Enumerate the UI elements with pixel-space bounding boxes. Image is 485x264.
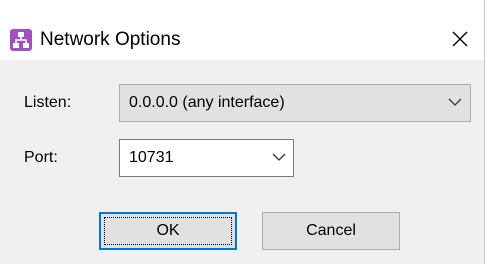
listen-select-value: 0.0.0.0 (any interface) xyxy=(129,94,285,111)
window-title: Network Options xyxy=(40,29,181,50)
network-options-dialog: Network Options Listen: 0.0.0.0 (any int… xyxy=(0,0,485,264)
title-bar[interactable]: Network Options xyxy=(0,0,485,60)
cancel-button[interactable]: Cancel xyxy=(262,212,400,250)
port-label: Port: xyxy=(24,149,58,166)
network-app-icon xyxy=(10,29,32,51)
chevron-down-icon xyxy=(448,98,462,106)
close-icon xyxy=(452,31,468,47)
cancel-button-label: Cancel xyxy=(306,222,356,239)
port-select[interactable]: 10731 xyxy=(119,139,294,177)
chevron-down-icon xyxy=(272,153,286,161)
ok-button[interactable]: OK xyxy=(99,212,237,250)
port-select-value: 10731 xyxy=(129,149,174,166)
listen-label: Listen: xyxy=(24,94,72,111)
listen-select[interactable]: 0.0.0.0 (any interface) xyxy=(119,84,471,122)
focus-ring xyxy=(104,217,232,245)
close-button[interactable] xyxy=(446,24,474,54)
